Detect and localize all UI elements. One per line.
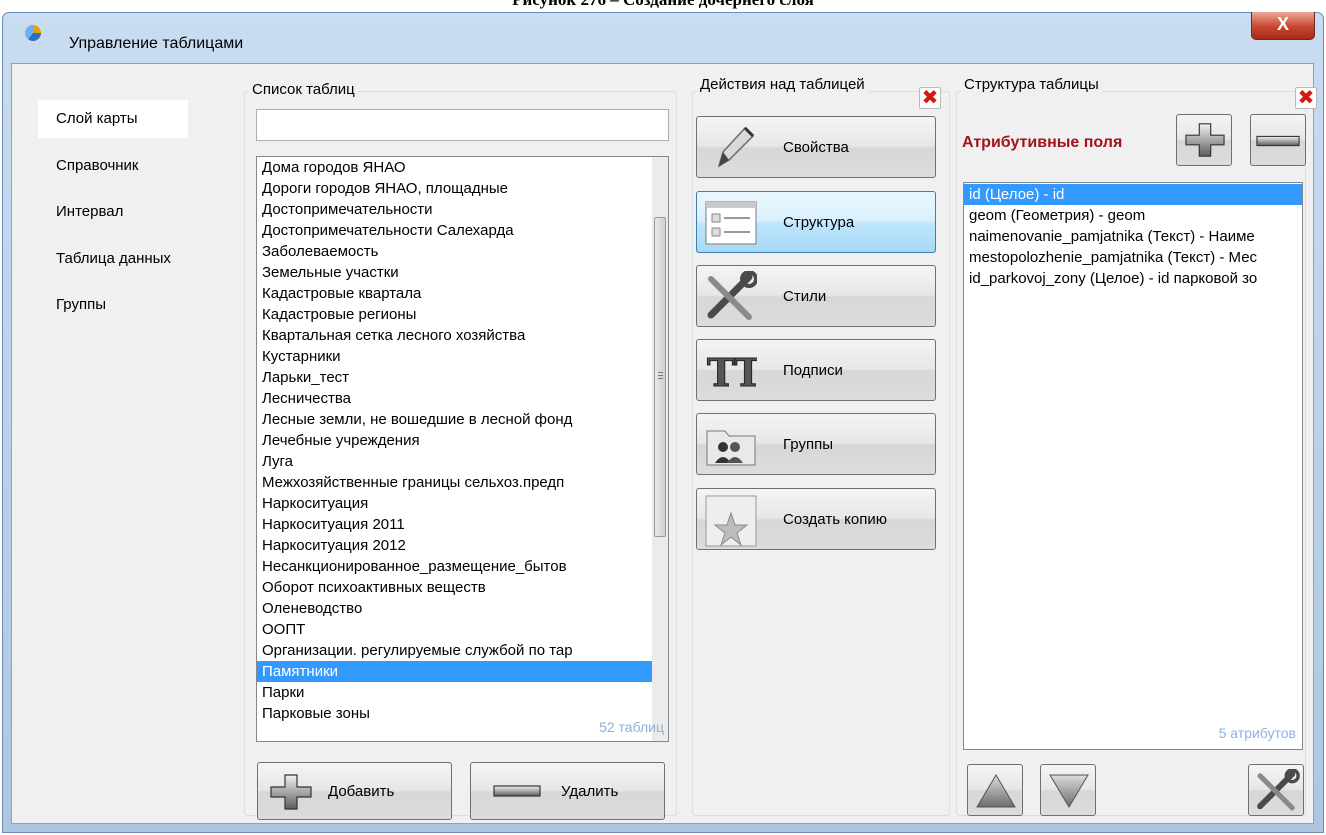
list-item[interactable]: mestopolozhenie_pamjatnika (Текст) - Мес: [964, 247, 1302, 268]
nav-item-data-table[interactable]: Таблица данных: [38, 240, 188, 278]
tables-list-scrollbar[interactable]: [652, 157, 668, 741]
actions-close-button[interactable]: ✖: [919, 87, 941, 109]
structure-label: Структура: [783, 213, 855, 231]
list-item[interactable]: ООПТ: [257, 619, 652, 640]
add-table-label: Добавить: [328, 782, 395, 800]
structure-close-button[interactable]: ✖: [1295, 87, 1317, 109]
tools-icon: [707, 271, 757, 320]
list-item[interactable]: Достопримечательности Салехарда: [257, 220, 652, 241]
tables-list-title: Список таблиц: [249, 81, 358, 98]
list-item[interactable]: Кадастровые регионы: [257, 304, 652, 325]
labels-icon: TT: [707, 350, 758, 395]
table-structure-title: Структура таблицы: [961, 76, 1102, 93]
attribute-fields-label: Атрибутивные поля: [962, 134, 1123, 151]
list-item[interactable]: Лесные земли, не вошедшие в лесной фонд: [257, 409, 652, 430]
add-table-button[interactable]: Добавить: [257, 762, 452, 820]
list-item[interactable]: Дороги городов ЯНАО, площадные: [257, 178, 652, 199]
list-item[interactable]: Межхозяйственные границы сельхоз.предп: [257, 472, 652, 493]
arrow-up-icon: [976, 774, 1016, 808]
tables-count: 52 таблиц: [599, 719, 664, 735]
pencil-icon: [717, 126, 755, 168]
move-down-button[interactable]: [1040, 764, 1096, 816]
groups-button[interactable]: Группы: [696, 413, 936, 475]
add-attribute-button[interactable]: [1176, 114, 1232, 166]
structure-icon: [705, 201, 757, 245]
list-item[interactable]: Оборот психоактивных веществ: [257, 577, 652, 598]
create-copy-button[interactable]: Создать копию: [696, 488, 936, 550]
list-item[interactable]: Достопримечательности: [257, 199, 652, 220]
left-nav: Слой карты Справочник Интервал Таблица д…: [12, 64, 242, 823]
list-item[interactable]: Квартальная сетка лесного хозяйства: [257, 325, 652, 346]
tools-icon: [1257, 769, 1300, 811]
list-item[interactable]: Парки: [257, 682, 652, 703]
nav-item-groups[interactable]: Группы: [38, 286, 188, 324]
nav-item-map-layer[interactable]: Слой карты: [38, 100, 188, 138]
nav-item-interval[interactable]: Интервал: [38, 193, 188, 231]
list-item[interactable]: Несанкционированное_размещение_бытов: [257, 556, 652, 577]
table-search-input[interactable]: [256, 109, 669, 141]
labels-label: Подписи: [783, 361, 843, 379]
figure-caption: Рисунок 276 – Создание дочернего слоя: [0, 0, 1326, 10]
delete-table-label: Удалить: [561, 782, 619, 800]
structure-button[interactable]: Структура: [696, 191, 936, 253]
attributes-list[interactable]: id (Целое) - id geom (Геометрия) - geom na…: [963, 182, 1303, 750]
list-item[interactable]: Парковые зоны: [257, 703, 652, 724]
minus-icon: [493, 785, 541, 797]
list-item[interactable]: id (Целое) - id: [964, 184, 1302, 205]
plus-icon: [270, 774, 312, 810]
list-item[interactable]: Земельные участки: [257, 262, 652, 283]
remove-attribute-button[interactable]: [1250, 114, 1306, 166]
list-item[interactable]: Лесничества: [257, 388, 652, 409]
list-item[interactable]: Кадастровые квартала: [257, 283, 652, 304]
move-up-button[interactable]: [967, 764, 1023, 816]
window-close-button[interactable]: X: [1251, 12, 1315, 40]
list-item[interactable]: Лечебные учреждения: [257, 430, 652, 451]
nav-item-directory[interactable]: Справочник: [38, 147, 188, 185]
svg-text:TT: TT: [707, 350, 757, 394]
arrow-down-icon: [1049, 774, 1089, 808]
list-item[interactable]: Наркоситуация 2011: [257, 514, 652, 535]
star-icon: [705, 495, 757, 547]
list-item[interactable]: Наркоситуация: [257, 493, 652, 514]
delete-table-button[interactable]: Удалить: [470, 762, 665, 820]
list-item[interactable]: id_parkovoj_zony (Целое) - id парковой з…: [964, 268, 1302, 289]
tables-list-body: Дома городов ЯНАО Дороги городов ЯНАО, пл…: [257, 157, 652, 724]
list-item[interactable]: Луга: [257, 451, 652, 472]
create-copy-label: Создать копию: [783, 510, 887, 528]
minus-icon: [1256, 135, 1300, 147]
app-logo-icon: [25, 25, 41, 41]
properties-label: Свойства: [783, 138, 849, 156]
plus-icon: [1185, 123, 1225, 157]
list-item[interactable]: Наркоситуация 2012: [257, 535, 652, 556]
list-item[interactable]: Организации. регулируемые службой по тар: [257, 640, 652, 661]
list-item[interactable]: geom (Геометрия) - geom: [964, 205, 1302, 226]
list-item[interactable]: Ларьки_тест: [257, 367, 652, 388]
list-item[interactable]: Памятники: [257, 661, 652, 682]
list-item[interactable]: Оленеводство: [257, 598, 652, 619]
attributes-list-body: id (Целое) - id geom (Геометрия) - geom na…: [964, 183, 1302, 289]
groups-icon: [706, 430, 756, 466]
styles-label: Стили: [783, 287, 827, 305]
attribute-settings-button[interactable]: [1248, 764, 1304, 816]
window-client-area: Слой карты Справочник Интервал Таблица д…: [11, 63, 1317, 824]
labels-button[interactable]: TT Подписи: [696, 339, 936, 401]
window-title: Управление таблицами: [69, 35, 244, 52]
groups-label: Группы: [783, 435, 833, 453]
list-item[interactable]: Заболеваемость: [257, 241, 652, 262]
styles-button[interactable]: Стили: [696, 265, 936, 327]
properties-button[interactable]: Свойства: [696, 116, 936, 178]
tables-list[interactable]: Дома городов ЯНАО Дороги городов ЯНАО, пл…: [256, 156, 669, 742]
list-item[interactable]: Кустарники: [257, 346, 652, 367]
table-actions-title: Действия над таблицей: [697, 76, 868, 93]
title-bar[interactable]: Управление таблицами X: [3, 12, 1323, 63]
table-manager-window: Управление таблицами X Слой карты Справо…: [2, 12, 1324, 833]
scrollbar-thumb[interactable]: [654, 217, 666, 537]
list-item[interactable]: naimenovanie_pamjatnika (Текст) - Наиме: [964, 226, 1302, 247]
list-item[interactable]: Дома городов ЯНАО: [257, 157, 652, 178]
attributes-count: 5 атрибутов: [1218, 725, 1296, 741]
